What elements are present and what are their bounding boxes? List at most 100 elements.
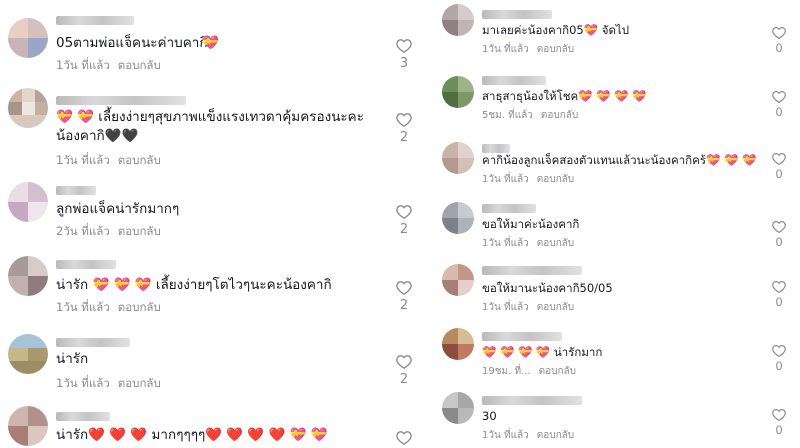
user-avatar[interactable] bbox=[442, 202, 474, 234]
comment-item: ขอให้มานะน้องคากิ50/05 1วัน ที่แล้ว ตอบกล… bbox=[432, 262, 800, 322]
like-count: 2 bbox=[399, 298, 409, 313]
comment-time: 1วัน ที่แล้ว bbox=[56, 376, 110, 390]
like-button[interactable]: 0 bbox=[769, 408, 789, 437]
like-count: 0 bbox=[775, 423, 783, 437]
reply-button[interactable]: ตอบกลับ bbox=[537, 238, 574, 249]
comment-text: 05ตามพ่อแจ็คนะค่าบคากิ bbox=[56, 35, 208, 51]
like-button[interactable]: 0 bbox=[769, 26, 789, 55]
reply-button[interactable]: ตอบกลับ bbox=[537, 430, 574, 441]
comment-text: น่ารัก 💝 💝 💝 เลี้ยงง่ายๆโตไวๆนะคะน้องคาก… bbox=[56, 277, 332, 293]
comment-text: ลูกพ่อแจ็คน่ารักมากๆ bbox=[56, 201, 180, 217]
user-avatar[interactable] bbox=[8, 256, 48, 296]
comment-text: น่ารัก❤️ ❤️ ❤️ มากๆๆๆๆ❤️ ❤️ ❤️ ❤️ 💝 💝 bbox=[56, 427, 328, 443]
heart-outline-icon bbox=[772, 152, 786, 165]
like-button[interactable]: 2 bbox=[394, 112, 414, 145]
comment-text: มาเลยค่ะน้องคากิ05💝 จัดไป bbox=[482, 23, 630, 37]
username-blurred[interactable] bbox=[56, 96, 186, 105]
like-button[interactable]: 0 bbox=[769, 152, 789, 181]
heart-outline-icon bbox=[772, 408, 786, 421]
comment-text: สาธุสาธุน้องให้โชค💝 💝 💝 💝 bbox=[482, 89, 647, 103]
user-avatar[interactable] bbox=[442, 142, 474, 174]
comment-item: น่ารัก 1วัน ที่แล้ว ตอบกลับ 2 bbox=[0, 330, 420, 396]
user-avatar[interactable] bbox=[442, 392, 474, 424]
username-blurred[interactable] bbox=[56, 16, 134, 25]
user-avatar[interactable] bbox=[8, 406, 48, 446]
user-avatar[interactable] bbox=[442, 264, 474, 296]
like-button[interactable]: 2 bbox=[394, 280, 414, 313]
heart-outline-icon bbox=[396, 205, 412, 219]
username-blurred[interactable] bbox=[56, 186, 96, 195]
reply-button[interactable]: ตอบกลับ bbox=[537, 174, 574, 185]
user-avatar[interactable] bbox=[442, 76, 474, 108]
username-blurred[interactable] bbox=[56, 338, 130, 347]
comment-meta: 1วัน ที่แล้ว ตอบกลับ bbox=[482, 428, 574, 443]
user-avatar[interactable] bbox=[8, 182, 48, 222]
comment-emoji: 💝 bbox=[202, 35, 219, 51]
comment-time: 19ชม. ที่... bbox=[482, 366, 531, 377]
reply-button[interactable]: ตอบกลับ bbox=[118, 153, 161, 167]
reply-button[interactable]: ตอบกลับ bbox=[537, 302, 574, 313]
reply-button[interactable]: ตอบกลับ bbox=[539, 366, 576, 377]
like-count: 2 bbox=[399, 130, 409, 145]
username-blurred[interactable] bbox=[482, 332, 562, 341]
comment-time: 1วัน ที่แล้ว bbox=[56, 153, 110, 167]
like-button[interactable]: 0 bbox=[769, 344, 789, 373]
comment-time: 1วัน ที่แล้ว bbox=[482, 44, 529, 55]
like-button[interactable] bbox=[394, 430, 414, 445]
like-button[interactable]: 0 bbox=[769, 220, 789, 249]
comment-item: 💝 💝 💝 💝 น่ารักมาก 19ชม. ที่... ตอบกลับ 0 bbox=[432, 326, 800, 388]
heart-outline-icon bbox=[396, 355, 412, 369]
like-button[interactable]: 2 bbox=[394, 204, 414, 237]
reply-button[interactable]: ตอบกลับ bbox=[118, 58, 161, 72]
comment-item: 30 1วัน ที่แล้ว ตอบกลับ 0 bbox=[432, 390, 800, 448]
reply-button[interactable]: ตอบกลับ bbox=[118, 300, 161, 314]
comment-time: 1วัน ที่แล้ว bbox=[482, 174, 529, 185]
user-avatar[interactable] bbox=[442, 4, 474, 36]
comment-meta: 1วัน ที่แล้ว ตอบกลับ bbox=[482, 172, 574, 187]
comment-time: 1วัน ที่แล้ว bbox=[56, 300, 110, 314]
comment-meta: 1วัน ที่แล้ว ตอบกลับ bbox=[482, 42, 574, 57]
user-avatar[interactable] bbox=[8, 88, 48, 128]
comment-meta: 1วัน ที่แล้ว ตอบกลับ bbox=[56, 57, 161, 75]
reply-button[interactable]: ตอบกลับ bbox=[537, 44, 574, 55]
comment-meta: 2วัน ที่แล้ว ตอบกลับ bbox=[56, 223, 161, 241]
heart-outline-icon bbox=[772, 26, 786, 39]
reply-button[interactable]: ตอบกลับ bbox=[541, 110, 578, 121]
comment-meta: 1วัน ที่แล้ว ตอบกลับ bbox=[56, 375, 161, 393]
comment-time: 1วัน ที่แล้ว bbox=[482, 302, 529, 313]
username-blurred[interactable] bbox=[482, 76, 546, 85]
like-button[interactable]: 0 bbox=[769, 280, 789, 309]
reply-button[interactable]: ตอบกลับ bbox=[118, 224, 161, 238]
username-blurred[interactable] bbox=[56, 412, 110, 421]
username-blurred[interactable] bbox=[56, 260, 116, 269]
comment-time: 1วัน ที่แล้ว bbox=[482, 238, 529, 249]
like-count: 2 bbox=[399, 222, 409, 237]
comment-meta: 1วัน ที่แล้ว ตอบกลับ bbox=[482, 236, 574, 251]
comment-text: 30 bbox=[482, 409, 497, 423]
heart-outline-icon bbox=[772, 220, 786, 233]
like-count: 0 bbox=[775, 295, 783, 309]
heart-outline-icon bbox=[396, 431, 412, 445]
username-blurred[interactable] bbox=[482, 204, 536, 213]
comment-item: สาธุสาธุน้องให้โชค💝 💝 💝 💝 5ชม. ที่แล้ว ตอ… bbox=[432, 70, 800, 132]
like-button[interactable]: 2 bbox=[394, 354, 414, 387]
like-button[interactable]: 0 bbox=[769, 90, 789, 119]
like-count: 3 bbox=[399, 56, 409, 71]
comment-text: 💝 💝 เลี้ยงง่ายๆสุขภาพแข็งแรงเทวดาคุ้มครอ… bbox=[56, 109, 364, 144]
user-avatar[interactable] bbox=[8, 334, 48, 374]
user-avatar[interactable] bbox=[8, 18, 48, 58]
like-count: 2 bbox=[399, 372, 409, 387]
comment-meta: 1วัน ที่แล้ว ตอบกลับ bbox=[56, 152, 161, 170]
comment-meta: 5ชม. ที่แล้ว ตอบกลับ bbox=[482, 108, 578, 123]
heart-outline-icon bbox=[772, 344, 786, 357]
username-blurred[interactable] bbox=[482, 10, 552, 19]
comment-item: 💝 💝 เลี้ยงง่ายๆสุขภาพแข็งแรงเทวดาคุ้มครอ… bbox=[0, 86, 420, 172]
user-avatar[interactable] bbox=[442, 328, 474, 360]
like-button[interactable]: 3 bbox=[394, 38, 414, 71]
comment-text: คากิน้องลูกแจ็คสองตัวแทนแล้วนะน้องคากิคร… bbox=[482, 153, 757, 167]
username-blurred[interactable] bbox=[482, 266, 582, 275]
username-blurred[interactable] bbox=[482, 396, 582, 405]
comment-meta: 1วัน ที่แล้ว ตอบกลับ bbox=[482, 300, 574, 315]
reply-button[interactable]: ตอบกลับ bbox=[118, 376, 161, 390]
heart-outline-icon bbox=[396, 113, 412, 127]
